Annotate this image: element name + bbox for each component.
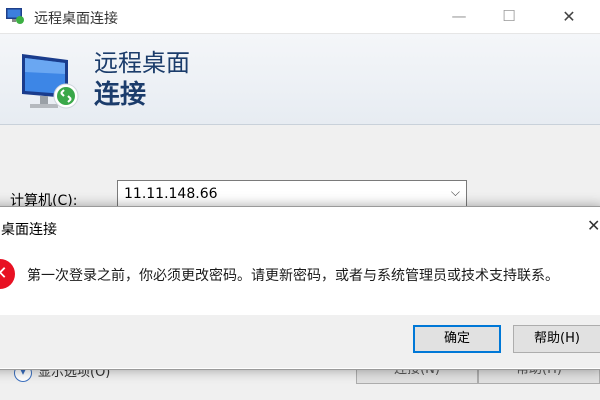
window-title: 远程桌面连接 [34, 11, 118, 27]
dialog-close-button[interactable]: ✕ [587, 216, 600, 235]
header-banner: 远程桌面 连接 [0, 34, 600, 125]
remote-desktop-logo-icon [22, 54, 79, 109]
chevron-down-icon[interactable]: ⌵ [451, 185, 460, 200]
ok-button[interactable]: 确定 [413, 325, 501, 353]
banner-title-line1: 远程桌面 [94, 49, 190, 77]
banner-title-line2: 连接 [94, 80, 147, 110]
title-bar: 远程桌面连接 — ☐ ✕ [0, 0, 600, 34]
minimize-button[interactable]: — [436, 0, 482, 33]
error-dialog: 桌面连接 ✕ ✕ 第一次登录之前，你必须更改密码。请更新密码，或者与系统管理员或… [0, 206, 600, 370]
maximize-button[interactable]: ☐ [486, 0, 532, 33]
computer-value: 11.11.148.66 [124, 186, 218, 202]
dialog-help-button[interactable]: 帮助(H) [513, 325, 600, 353]
close-button[interactable]: ✕ [546, 0, 592, 33]
dialog-title: 桌面连接 [1, 222, 57, 238]
computer-combobox[interactable]: 11.11.148.66 ⌵ [117, 180, 467, 208]
dialog-message: 第一次登录之前，你必须更改密码。请更新密码，或者与系统管理员或技术支持联系。 [27, 268, 559, 284]
remote-desktop-app-icon [6, 8, 24, 24]
dialog-footer [0, 315, 600, 368]
